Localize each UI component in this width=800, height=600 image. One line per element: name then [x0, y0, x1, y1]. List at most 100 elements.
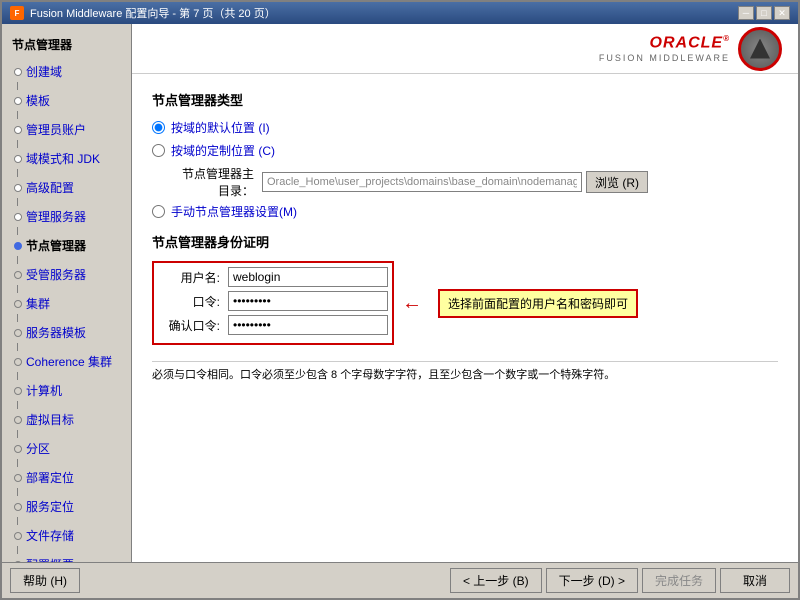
radio-custom-location-input[interactable] — [152, 144, 165, 157]
sidebar-item-server-template[interactable]: 服务器模板 — [6, 322, 127, 343]
radio-manual-input[interactable] — [152, 205, 165, 218]
sidebar-item-config-overview[interactable]: 配置概要 — [6, 554, 127, 562]
oracle-brand: ORACLE® — [599, 34, 730, 52]
sidebar-dot — [14, 503, 22, 511]
sidebar-item-file-store[interactable]: 文件存储 — [6, 525, 127, 546]
sidebar-link[interactable]: 集群 — [26, 295, 50, 312]
dir-label: 节点管理器主目录： — [172, 165, 262, 199]
connector — [17, 459, 18, 467]
sidebar-link[interactable]: 域模式和 JDK — [26, 150, 100, 167]
sidebar-link[interactable]: 服务定位 — [26, 498, 74, 515]
trademark: ® — [723, 34, 730, 43]
main-window: F Fusion Middleware 配置向导 - 第 7 页（共 20 页）… — [0, 0, 800, 600]
sidebar-item-node-manager[interactable]: 节点管理器 — [6, 235, 127, 256]
radio-custom-label: 按域的定制位置 (C) — [171, 142, 275, 159]
confirm-label: 确认口令: — [158, 317, 228, 334]
credentials-row: 用户名: 口令: 确认口令: — [152, 261, 778, 345]
maximize-button[interactable]: □ — [756, 6, 772, 20]
oracle-logo: ORACLE® FUSION MIDDLEWARE — [599, 27, 782, 71]
connector — [17, 546, 18, 554]
sidebar-dot — [14, 68, 22, 76]
oracle-header: ORACLE® FUSION MIDDLEWARE — [132, 24, 798, 74]
sidebar-item-admin-server[interactable]: 管理服务器 — [6, 206, 127, 227]
sidebar-item-service-target[interactable]: 服务定位 — [6, 496, 127, 517]
connector — [17, 343, 18, 351]
validation-text: 必须与口令相同。口令必须至少包含 8 个字母数字字符，且至少包含一个数字或一个特… — [152, 361, 778, 386]
connector — [17, 111, 18, 119]
sidebar-item-deployment-target[interactable]: 部署定位 — [6, 467, 127, 488]
sidebar-dot — [14, 445, 22, 453]
username-label: 用户名: — [158, 269, 228, 286]
password-row: 口令: — [158, 291, 388, 311]
sidebar-item-virtual-target[interactable]: 虚拟目标 — [6, 409, 127, 430]
sidebar-link[interactable]: 分区 — [26, 440, 50, 457]
username-row: 用户名: — [158, 267, 388, 287]
radio-custom-location[interactable]: 按域的定制位置 (C) — [152, 142, 778, 159]
sidebar-item-template[interactable]: 模板 — [6, 90, 127, 111]
sidebar-item-advanced-config[interactable]: 高级配置 — [6, 177, 127, 198]
sidebar-item-machine[interactable]: 计算机 — [6, 380, 127, 401]
sidebar-link[interactable]: 高级配置 — [26, 179, 74, 196]
radio-default-location-input[interactable] — [152, 121, 165, 134]
sidebar-link[interactable]: 计算机 — [26, 382, 62, 399]
connector — [17, 227, 18, 235]
sidebar-item-coherence-cluster[interactable]: Coherence 集群 — [6, 351, 127, 372]
form-area: 节点管理器类型 按域的默认位置 (I) 按域的定制位置 (C) 节点管理器主目录… — [132, 74, 798, 562]
radio-manual[interactable]: 手动节点管理器设置(M) — [152, 203, 778, 220]
username-input[interactable] — [228, 267, 388, 287]
sidebar-link[interactable]: 受管服务器 — [26, 266, 86, 283]
confirm-input[interactable] — [228, 315, 388, 335]
oracle-subtitle: FUSION MIDDLEWARE — [599, 53, 730, 63]
sidebar-link[interactable]: 服务器模板 — [26, 324, 86, 341]
sidebar-dot — [14, 474, 22, 482]
sidebar-item-cluster[interactable]: 集群 — [6, 293, 127, 314]
sidebar-link[interactable]: 节点管理器 — [26, 237, 86, 254]
sidebar-link[interactable]: 文件存储 — [26, 527, 74, 544]
close-button[interactable]: ✕ — [774, 6, 790, 20]
sidebar-dot — [14, 416, 22, 424]
password-input[interactable] — [228, 291, 388, 311]
sidebar-item-managed-server[interactable]: 受管服务器 — [6, 264, 127, 285]
sidebar-link[interactable]: 配置概要 — [26, 556, 74, 562]
connector — [17, 285, 18, 293]
sidebar-dot — [14, 97, 22, 105]
sidebar-link[interactable]: 虚拟目标 — [26, 411, 74, 428]
sidebar-link[interactable]: 管理服务器 — [26, 208, 86, 225]
connector — [17, 488, 18, 496]
sidebar-dot — [14, 271, 22, 279]
radio-default-location[interactable]: 按域的默认位置 (I) — [152, 119, 778, 136]
app-icon: F — [10, 6, 24, 20]
help-button[interactable]: 帮助 (H) — [10, 568, 80, 593]
sidebar-item-create-domain[interactable]: 创建域 — [6, 61, 127, 82]
sidebar-link[interactable]: Coherence 集群 — [26, 353, 112, 370]
connector — [17, 314, 18, 322]
sidebar-dot — [14, 184, 22, 192]
main-content: 节点管理器 创建域 模板 管理员账户 域模式和 JDK — [2, 24, 798, 562]
connector — [17, 82, 18, 90]
oracle-text: ORACLE® FUSION MIDDLEWARE — [599, 34, 730, 62]
section1-title: 节点管理器类型 — [152, 90, 778, 109]
sidebar-item-partition[interactable]: 分区 — [6, 438, 127, 459]
sidebar-link[interactable]: 部署定位 — [26, 469, 74, 486]
finish-button[interactable]: 完成任务 — [642, 568, 716, 593]
sidebar-item-admin-account[interactable]: 管理员账户 — [6, 119, 127, 140]
sidebar-dot — [14, 561, 22, 563]
sidebar-dot — [14, 242, 22, 250]
sidebar-link[interactable]: 创建域 — [26, 63, 62, 80]
sidebar-dot — [14, 126, 22, 134]
browse-button[interactable]: 浏览 (R) — [586, 171, 648, 193]
dir-input[interactable] — [262, 172, 582, 192]
sidebar-item-domain-jdk[interactable]: 域模式和 JDK — [6, 148, 127, 169]
next-button[interactable]: 下一步 (D) > — [546, 568, 638, 593]
prev-button[interactable]: < 上一步 (B) — [450, 568, 542, 593]
sidebar-dot — [14, 387, 22, 395]
minimize-button[interactable]: ─ — [738, 6, 754, 20]
sidebar-dot — [14, 155, 22, 163]
tooltip-text: 选择前面配置的用户名和密码即可 — [448, 297, 628, 311]
section2-title: 节点管理器身份证明 — [152, 232, 778, 251]
oracle-emblem — [738, 27, 782, 71]
cancel-button[interactable]: 取消 — [720, 568, 790, 593]
credentials-section: 节点管理器身份证明 用户名: 口令: — [152, 232, 778, 345]
sidebar-link[interactable]: 模板 — [26, 92, 50, 109]
sidebar-link[interactable]: 管理员账户 — [26, 121, 86, 138]
